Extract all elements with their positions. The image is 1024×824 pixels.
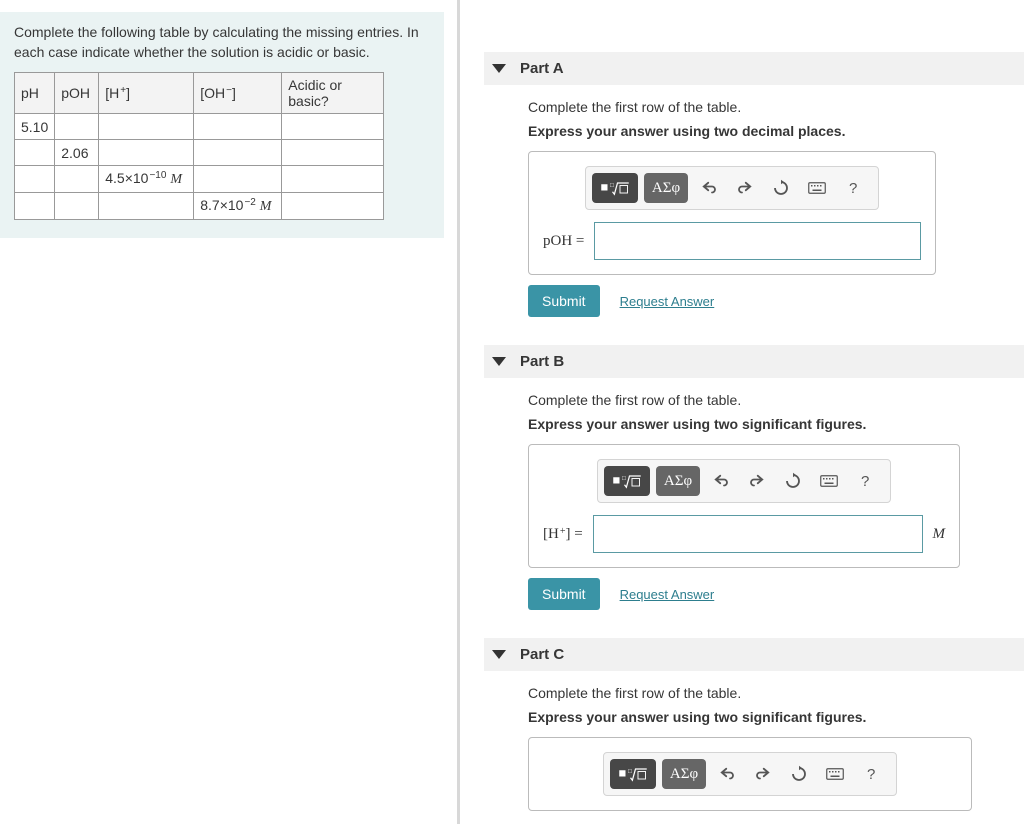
- reset-icon[interactable]: [778, 466, 808, 496]
- request-answer-link-a[interactable]: Request Answer: [620, 294, 715, 309]
- redo-icon[interactable]: [730, 173, 760, 203]
- table-row: 5.10: [15, 114, 384, 140]
- redo-icon[interactable]: [742, 466, 772, 496]
- chevron-down-icon: [492, 357, 506, 366]
- answer-label-b: [H+] =: [543, 526, 583, 543]
- question-panel: Complete the following table by calculat…: [0, 0, 460, 824]
- answer-box-b: □ ΑΣφ ? [H+] = M: [528, 444, 960, 568]
- help-icon[interactable]: ?: [850, 466, 880, 496]
- submit-button-b[interactable]: Submit: [528, 578, 600, 610]
- col-ph: pH: [15, 73, 55, 114]
- answer-panel: Part A Complete the first row of the tab…: [460, 0, 1024, 824]
- part-b-instr2: Express your answer using two significan…: [528, 416, 1024, 432]
- chevron-down-icon: [492, 650, 506, 659]
- problem-table: pH pOH [H+] [OH−] Acidic or basic? 5.10 …: [14, 72, 384, 220]
- part-b: Part B Complete the first row of the tab…: [484, 345, 1024, 610]
- symbols-button[interactable]: ΑΣφ: [662, 759, 706, 789]
- chevron-down-icon: [492, 64, 506, 73]
- col-ab: Acidic or basic?: [282, 73, 384, 114]
- help-icon[interactable]: ?: [856, 759, 886, 789]
- prompt-text: Complete the following table by calculat…: [14, 22, 434, 62]
- undo-icon[interactable]: [694, 173, 724, 203]
- keyboard-icon[interactable]: [802, 173, 832, 203]
- template-picker-button[interactable]: □: [592, 173, 638, 203]
- keyboard-icon[interactable]: [820, 759, 850, 789]
- answer-box-c: □ ΑΣφ ?: [528, 737, 972, 811]
- svg-text:□: □: [622, 475, 626, 482]
- answer-input-b[interactable]: [593, 515, 923, 553]
- part-a-instr1: Complete the first row of the table.: [528, 99, 1024, 115]
- submit-button-a[interactable]: Submit: [528, 285, 600, 317]
- part-c-title: Part C: [520, 646, 564, 663]
- part-a-instr2: Express your answer using two decimal pl…: [528, 123, 1024, 139]
- table-row: 4.5×10−10 M: [15, 166, 384, 193]
- template-picker-button[interactable]: □: [604, 466, 650, 496]
- svg-text:□: □: [628, 768, 632, 775]
- answer-label-a: pOH =: [543, 233, 584, 250]
- reset-icon[interactable]: [766, 173, 796, 203]
- svg-text:□: □: [610, 182, 614, 189]
- toolbar-b: □ ΑΣφ ?: [597, 459, 891, 503]
- table-row: 8.7×10−2 M: [15, 193, 384, 220]
- part-b-title: Part B: [520, 353, 564, 370]
- part-b-instr1: Complete the first row of the table.: [528, 392, 1024, 408]
- part-c: Part C Complete the first row of the tab…: [484, 638, 1024, 811]
- redo-icon[interactable]: [748, 759, 778, 789]
- table-row: 2.06: [15, 140, 384, 166]
- answer-input-a[interactable]: [594, 222, 921, 260]
- request-answer-link-b[interactable]: Request Answer: [620, 587, 715, 602]
- part-c-instr1: Complete the first row of the table.: [528, 685, 1024, 701]
- part-c-instr2: Express your answer using two significan…: [528, 709, 1024, 725]
- col-h: [H+]: [99, 73, 194, 114]
- part-b-header[interactable]: Part B: [484, 345, 1024, 378]
- col-oh: [OH−]: [194, 73, 282, 114]
- reset-icon[interactable]: [784, 759, 814, 789]
- part-a: Part A Complete the first row of the tab…: [484, 52, 1024, 317]
- symbols-button[interactable]: ΑΣφ: [644, 173, 688, 203]
- part-a-title: Part A: [520, 60, 564, 77]
- part-a-header[interactable]: Part A: [484, 52, 1024, 85]
- col-poh: pOH: [55, 73, 99, 114]
- help-icon[interactable]: ?: [838, 173, 868, 203]
- toolbar-c: □ ΑΣφ ?: [603, 752, 897, 796]
- answer-box-a: □ ΑΣφ ? pOH =: [528, 151, 936, 275]
- toolbar-a: □ ΑΣφ ?: [585, 166, 879, 210]
- symbols-button[interactable]: ΑΣφ: [656, 466, 700, 496]
- prompt-box: Complete the following table by calculat…: [0, 12, 444, 238]
- part-c-header[interactable]: Part C: [484, 638, 1024, 671]
- undo-icon[interactable]: [712, 759, 742, 789]
- keyboard-icon[interactable]: [814, 466, 844, 496]
- undo-icon[interactable]: [706, 466, 736, 496]
- template-picker-button[interactable]: □: [610, 759, 656, 789]
- answer-unit-b: M: [933, 526, 946, 543]
